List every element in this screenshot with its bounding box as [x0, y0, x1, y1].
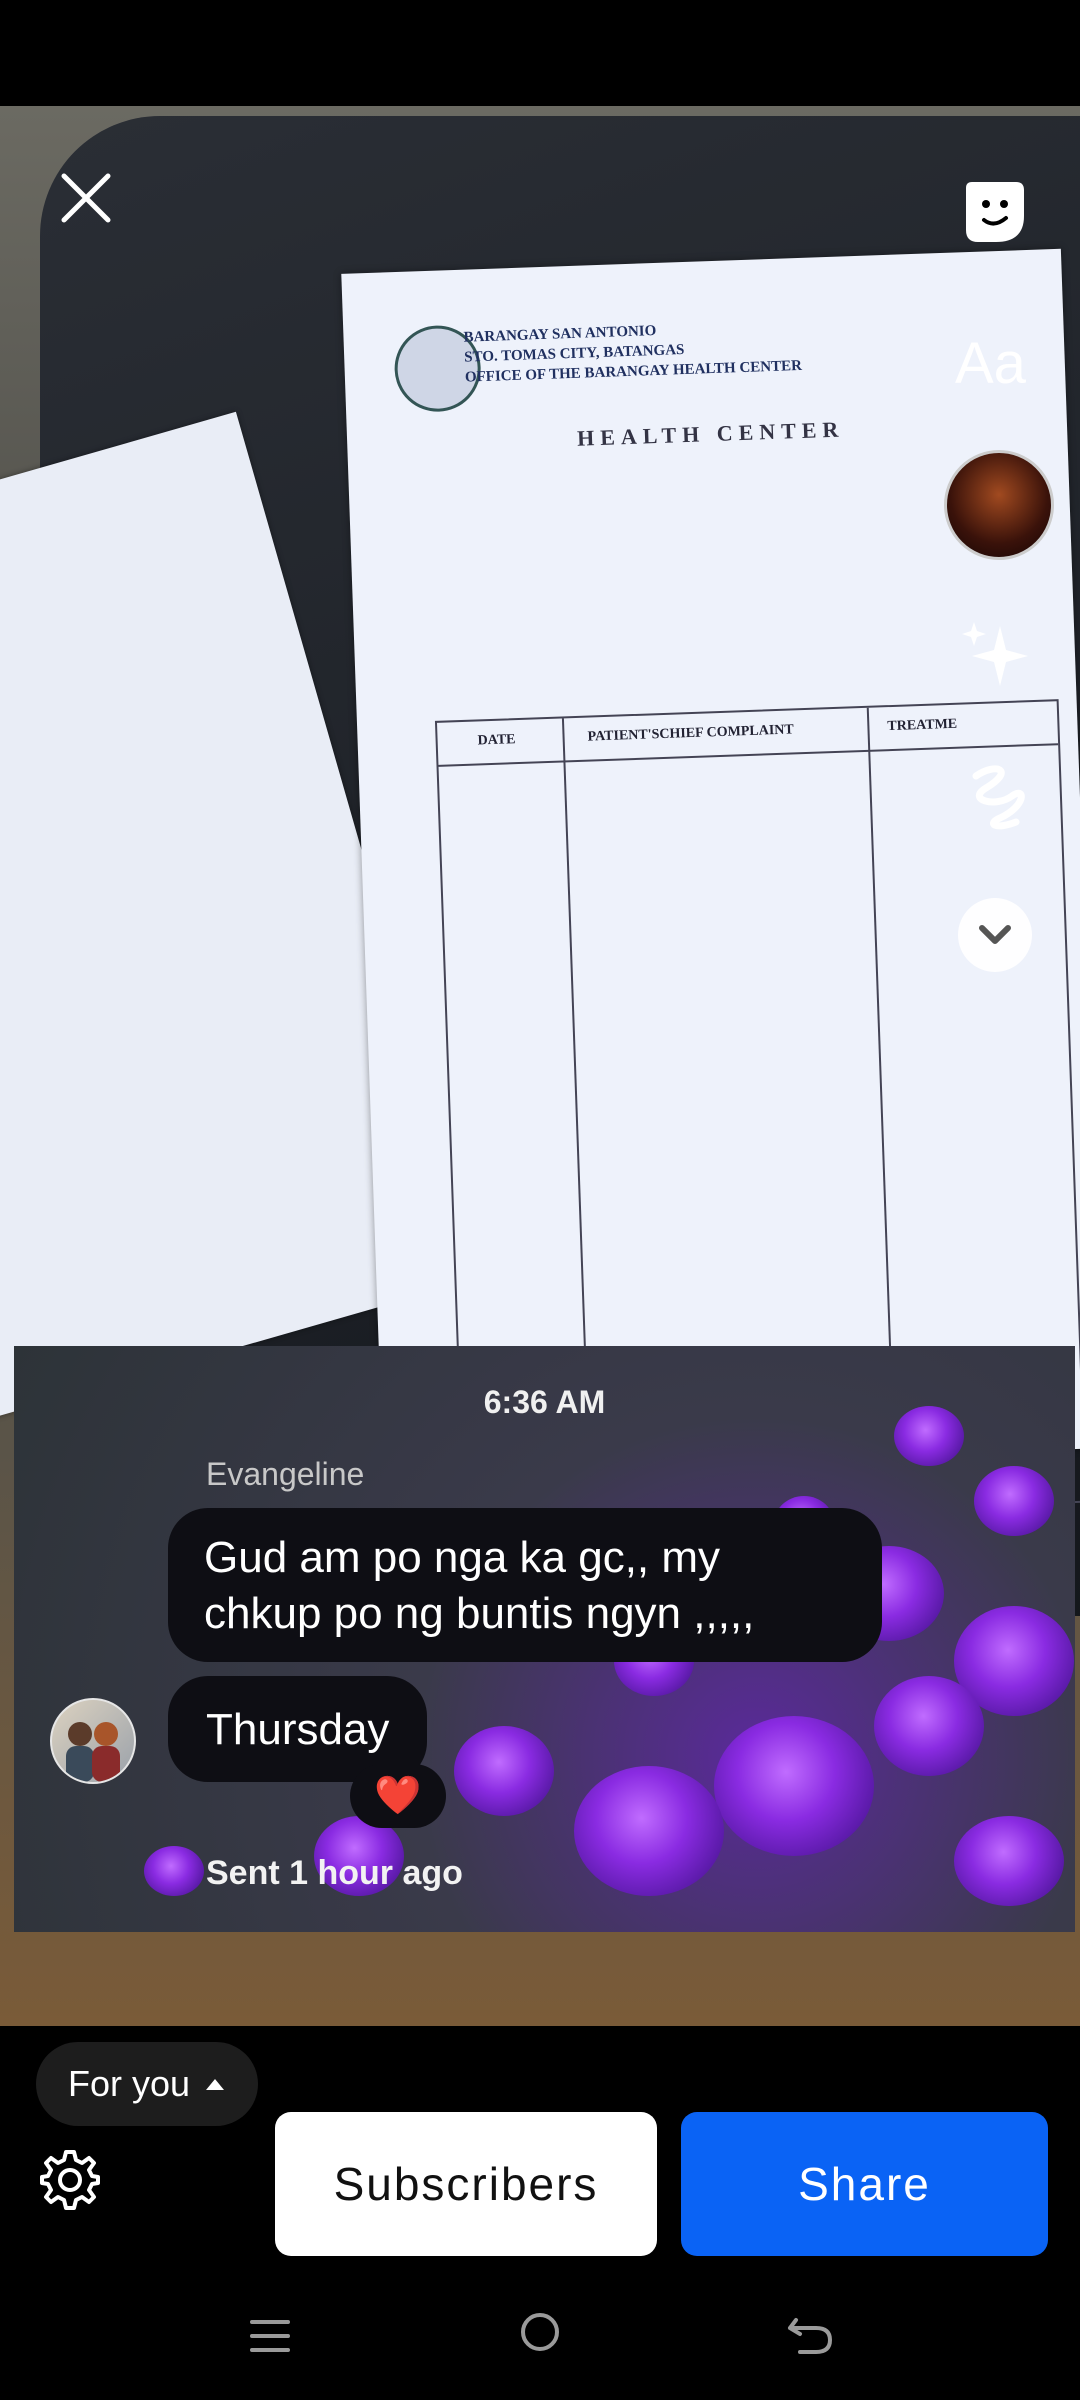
column-header: TREATME [887, 716, 958, 735]
close-icon [61, 173, 111, 223]
draw-button[interactable] [956, 756, 1036, 836]
subscribers-button[interactable]: Subscribers [275, 2112, 657, 2256]
share-button[interactable]: Share [681, 2112, 1048, 2256]
sent-status: Sent 1 hour ago [206, 1854, 463, 1892]
rose-decoration [454, 1726, 554, 1816]
rose-decoration [874, 1676, 984, 1776]
chevron-down-icon [979, 925, 1011, 944]
effects-button[interactable] [956, 616, 1036, 696]
text-tool-button[interactable]: Aa [955, 330, 1026, 397]
nav-back-button[interactable] [786, 2312, 834, 2356]
draw-icon [972, 765, 1025, 830]
avatar [50, 1698, 136, 1784]
audience-selector[interactable]: For you [36, 2042, 259, 2126]
nav-back-icon [788, 2318, 832, 2354]
nav-menu-button[interactable] [248, 2316, 292, 2356]
nav-menu-icon [250, 2320, 290, 2352]
rose-decoration [574, 1766, 724, 1896]
heart-icon: ❤️ [350, 1764, 446, 1828]
rose-decoration [144, 1846, 204, 1896]
avatar-photo [66, 1722, 120, 1782]
message-time: 6:36 AM [483, 1384, 606, 1420]
rose-decoration [954, 1816, 1064, 1906]
health-center-form: BARANGAY SAN ANTONIO STO. TOMAS CITY, BA… [341, 248, 1080, 1525]
effects-sparkle-icon [962, 622, 1028, 686]
rose-decoration [714, 1716, 874, 1856]
rose-decoration [974, 1466, 1054, 1536]
column-header: DATE [477, 732, 516, 749]
settings-gear-icon [40, 2150, 100, 2210]
close-button[interactable] [58, 170, 114, 226]
more-tools-button[interactable] [958, 898, 1032, 972]
nav-home-icon [521, 2313, 559, 2351]
sender-name: Evangeline [206, 1456, 365, 1492]
music-icon[interactable] [944, 450, 1054, 560]
message-bubble: Gud am po nga ka gc,, my chkup po ng bun… [168, 1508, 882, 1662]
doc-heading: HEALTH CENTER [576, 416, 845, 451]
audience-label: For you [68, 2063, 191, 2104]
caret-up-icon [206, 2079, 225, 2090]
sticker-icon [966, 182, 1024, 242]
settings-button[interactable] [36, 2146, 104, 2214]
sticker-button[interactable] [958, 176, 1030, 248]
column-header: PATIENT'SCHIEF COMPLAINT [587, 722, 794, 745]
nav-home-button[interactable] [518, 2310, 562, 2354]
shared-message-card[interactable]: 6:36 AM Evangeline Gud am po nga ka gc,,… [14, 1346, 1075, 1932]
